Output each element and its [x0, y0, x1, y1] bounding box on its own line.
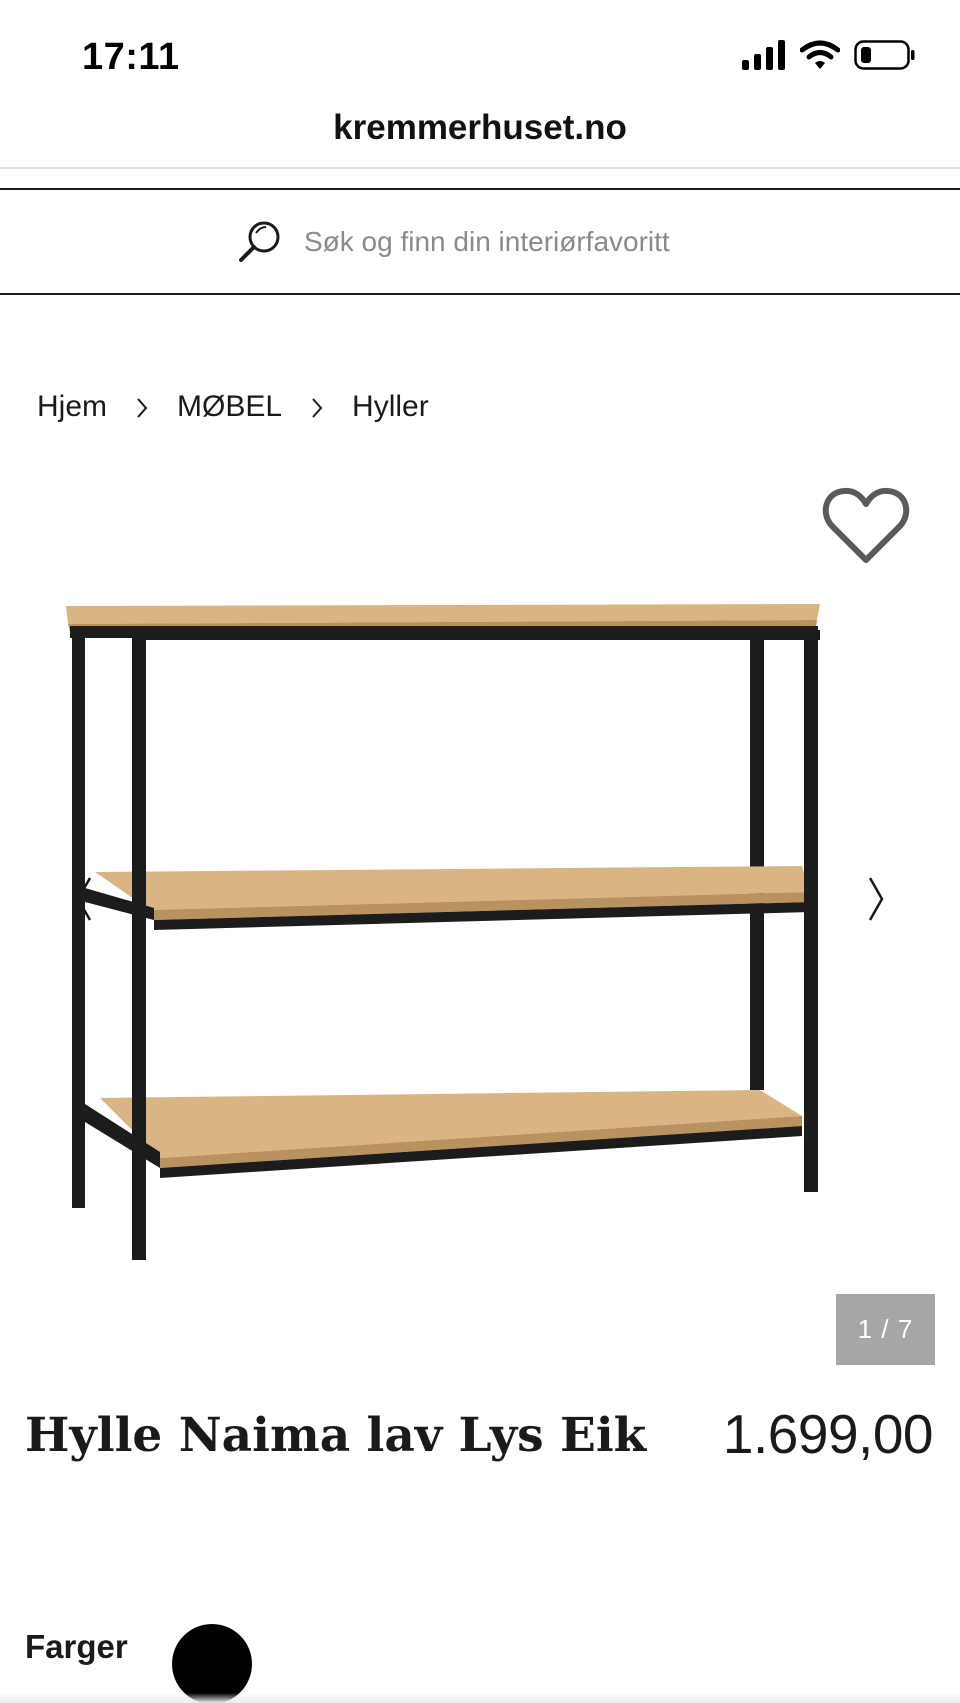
chevron-right-icon: [282, 390, 352, 424]
search-icon[interactable]: [236, 219, 282, 265]
chevron-left-icon[interactable]: [70, 872, 100, 926]
product-image[interactable]: [60, 590, 900, 1330]
product-title: Hylle Naima lav Lys Eik: [25, 1408, 647, 1463]
breadcrumb: Hjem MØBEL Hyller: [37, 390, 429, 424]
product-page: 17:11 kremmerhuset.no Hjem: [0, 0, 960, 1703]
status-icons: [742, 40, 916, 70]
search-bar[interactable]: [0, 188, 960, 295]
wifi-icon: [800, 40, 840, 69]
battery-icon: [854, 40, 915, 70]
status-time: 17:11: [82, 36, 180, 78]
breadcrumb-mobel[interactable]: MØBEL: [177, 390, 282, 424]
url-bar[interactable]: kremmerhuset.no: [0, 108, 960, 148]
bottom-edge: [0, 1693, 960, 1703]
signal-icon: [742, 40, 785, 70]
chevron-right-icon: [107, 390, 177, 424]
image-counter: 1 / 7: [836, 1294, 935, 1365]
breadcrumb-hyller[interactable]: Hyller: [352, 390, 429, 424]
heart-icon[interactable]: [822, 486, 910, 566]
color-swatch-black[interactable]: [172, 1624, 252, 1703]
search-input[interactable]: [304, 225, 724, 258]
breadcrumb-hjem[interactable]: Hjem: [37, 390, 107, 424]
colors-label: Farger: [25, 1628, 128, 1665]
url-divider: [0, 167, 960, 169]
chevron-right-icon[interactable]: [860, 872, 890, 926]
product-price: 1.699,00: [722, 1403, 934, 1465]
